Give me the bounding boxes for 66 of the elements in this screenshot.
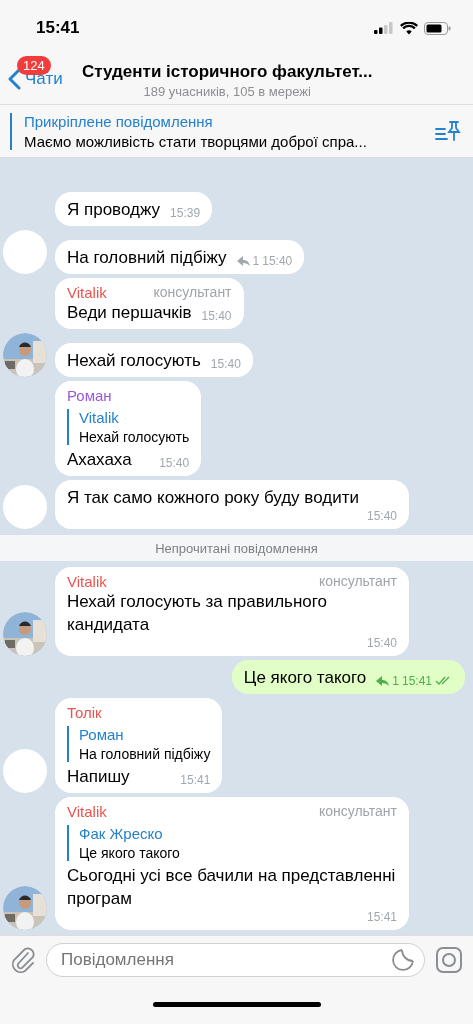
sender-name[interactable]: Vitalik — [67, 803, 107, 820]
message-time: 15:40 — [201, 309, 232, 323]
message-time: 15:41 — [366, 910, 397, 924]
message-text: Я так само кожного року буду водити — [67, 487, 360, 509]
message-text: На головний підбіжу — [67, 247, 227, 269]
reply-author: Фак Жреско — [79, 825, 164, 842]
reply-author: Роман — [79, 726, 125, 743]
signal-icon — [374, 22, 394, 34]
reply-quote[interactable]: Vitalik Нехай голосують — [67, 409, 190, 445]
reply-arrow-icon — [376, 676, 390, 686]
sticker-icon[interactable] — [391, 948, 415, 972]
reply-author: Vitalik — [79, 409, 120, 426]
message-time: 15:40 — [210, 357, 241, 371]
message-text: Веди першачків — [67, 302, 192, 324]
sender-name[interactable]: Толік — [67, 704, 102, 721]
attach-icon[interactable] — [10, 946, 36, 974]
message-input[interactable]: Повідомлення — [46, 943, 425, 977]
chat-title[interactable]: Студенти історичного факультет... — [82, 61, 373, 82]
reply-text: На головний підбіжу — [79, 746, 211, 762]
message-time: 15:40 — [262, 254, 293, 268]
message-bubble[interactable]: Vitalik консультант Фак Жреско Це якого такого Сьогодні усі все бачили на представленні програм 15:41 — [55, 797, 409, 930]
message-bubble[interactable]: Роман Vitalik Нехай голосують Ахахаха 15:40 — [55, 381, 202, 476]
pinned-list-icon[interactable] — [435, 120, 461, 142]
reply-quote[interactable]: Фак Жреско Це якого такого — [67, 825, 397, 861]
message-bubble[interactable]: Я так само кожного року буду водити 15:40 — [55, 480, 409, 529]
message-time: 15:41 — [180, 773, 211, 787]
reply-count: 1 — [392, 674, 399, 688]
message-text: Напишу — [67, 766, 131, 788]
message-bubble[interactable]: Толік Роман На головний підбіжу Напишу 15:41 — [55, 698, 223, 793]
sender-name[interactable]: Vitalik — [67, 573, 107, 590]
status-time: 15:41 — [36, 18, 80, 38]
chevron-left-icon — [8, 68, 21, 90]
chat-subtitle: 189 учасників, 105 в мережі — [143, 83, 311, 99]
message-time: 15:40 — [159, 456, 190, 470]
message-text: Ахахаха — [67, 449, 133, 471]
message-time: 15:40 — [366, 509, 397, 523]
pinned-text: Маємо можливість стати творцями доброї спра... — [24, 132, 368, 150]
reply-count: 1 — [252, 254, 260, 268]
reply-text: Це якого такого — [79, 845, 181, 861]
message-text: Нехай голосують — [67, 350, 201, 372]
member-role: консультант — [153, 284, 232, 301]
message-bubble[interactable]: Я проводжу 15:39 — [55, 192, 213, 226]
message-bubble[interactable]: Нехай голосують 15:40 — [55, 343, 253, 377]
unread-badge: 124 — [17, 56, 51, 75]
sender-name[interactable]: Роман — [67, 387, 112, 404]
member-role: консультант — [318, 803, 397, 820]
reply-text: Нехай голосують — [79, 429, 190, 445]
message-time: 15:40 — [366, 636, 397, 650]
message-bubble[interactable]: Це якого такого 1 15:41 — [231, 660, 465, 694]
message-bubble[interactable]: На головний підбіжу 1 15:40 — [55, 240, 305, 274]
wifi-icon — [400, 21, 418, 35]
message-text: Нехай голосують за правильного кандидата — [67, 591, 329, 636]
member-role: консультант — [318, 573, 397, 590]
pinned-title: Прикріплене повідомлення — [24, 112, 214, 130]
message-bubble[interactable]: Vitalik консультант Веди першачків 15:40 — [55, 278, 244, 329]
reply-arrow-icon — [236, 256, 250, 266]
reply-quote[interactable]: Роман На головний підбіжу — [67, 726, 211, 762]
message-text: Я проводжу — [67, 199, 161, 221]
battery-icon — [424, 21, 451, 35]
message-text: Сьогодні усі все бачили на представленні програм — [67, 865, 397, 910]
message-time: 15:41 — [401, 674, 432, 688]
sender-name[interactable]: Vitalik — [67, 284, 107, 301]
message-time: 15:39 — [170, 206, 201, 220]
message-bubble[interactable]: Vitalik консультант Нехай голосують за правильного кандидата 15:40 — [55, 567, 409, 656]
camera-icon[interactable] — [435, 946, 463, 974]
message-text: Це якого такого — [243, 667, 367, 689]
